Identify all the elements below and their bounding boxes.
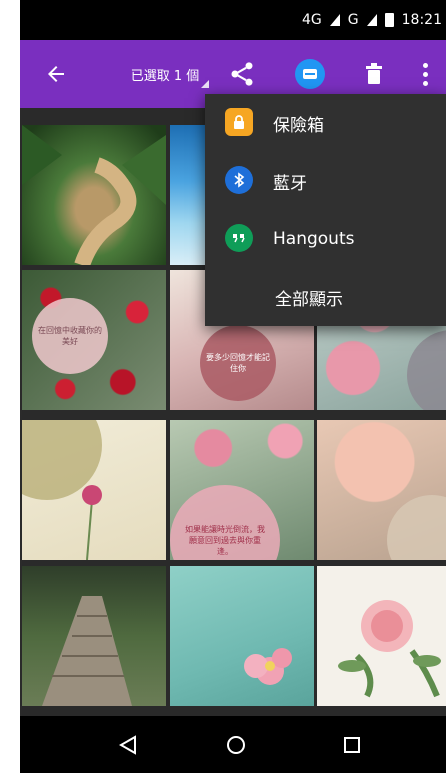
menu-item-label: 藍牙 bbox=[273, 173, 307, 194]
nav-recent-button[interactable] bbox=[322, 716, 382, 773]
overflow-menu: 保險箱 藍牙 Hangouts 全部顯示 bbox=[205, 94, 446, 326]
nav-recent-icon bbox=[344, 736, 360, 753]
more-vert-icon bbox=[422, 62, 428, 86]
peony-graphic bbox=[338, 600, 441, 698]
menu-item-label: 保險箱 bbox=[273, 115, 324, 136]
overlay-text: 如果能讓時光倒流，我願意回到過去與你重逢。 bbox=[185, 524, 265, 556]
menu-item-label: 全部顯示 bbox=[275, 289, 343, 310]
phone-screen: 4G G 18:21 已選取 1 個 在回憶中收藏你的美好 要多少回憶才能記住你… bbox=[20, 0, 446, 773]
nav-back-button[interactable] bbox=[98, 716, 158, 773]
menu-item-bluetooth[interactable]: 藍牙 bbox=[205, 152, 446, 210]
signal-icon bbox=[329, 14, 340, 26]
trash-icon bbox=[366, 63, 382, 84]
photo-tile[interactable] bbox=[22, 566, 166, 706]
lock-icon bbox=[225, 108, 253, 136]
bluetooth-icon bbox=[225, 166, 253, 194]
selection-dropdown-caret[interactable] bbox=[201, 80, 209, 88]
share-icon bbox=[231, 62, 253, 86]
photo-tile[interactable] bbox=[317, 566, 446, 706]
menu-item-vault[interactable]: 保險箱 bbox=[205, 94, 446, 152]
status-bar: 4G G 18:21 bbox=[20, 0, 446, 40]
message-icon bbox=[295, 59, 325, 89]
selection-count: 已選取 1 個 bbox=[130, 68, 200, 84]
overlay-text: 要多少回憶才能記住你 bbox=[206, 353, 270, 373]
photo-tile[interactable] bbox=[170, 566, 314, 706]
photo-tile[interactable] bbox=[22, 420, 166, 560]
photo-tile[interactable] bbox=[22, 125, 166, 265]
boardwalk-graphic bbox=[42, 596, 132, 706]
flower-graphic bbox=[82, 485, 102, 560]
menu-item-hangouts[interactable]: Hangouts bbox=[205, 210, 446, 268]
nav-home-icon bbox=[227, 735, 245, 754]
back-arrow-icon bbox=[48, 66, 64, 82]
menu-item-show-all[interactable]: 全部顯示 bbox=[205, 268, 446, 326]
signal-icon-2 bbox=[366, 14, 377, 26]
back-button[interactable] bbox=[34, 40, 78, 108]
network-indicator-2: G bbox=[347, 12, 359, 28]
clock: 18:21 bbox=[401, 12, 442, 28]
photo-tile[interactable]: 如果能讓時光倒流，我願意回到過去與你重逢。 bbox=[170, 420, 314, 560]
network-indicator: 4G bbox=[302, 12, 322, 28]
navigation-bar bbox=[20, 716, 446, 773]
photo-tile[interactable] bbox=[317, 420, 446, 560]
forest-path-graphic bbox=[22, 125, 166, 265]
overlay-text: 在回憶中收藏你的美好 bbox=[38, 326, 102, 346]
nav-back-icon bbox=[118, 734, 136, 755]
photo-tile[interactable]: 在回憶中收藏你的美好 bbox=[22, 270, 166, 410]
menu-item-label: Hangouts bbox=[273, 229, 355, 249]
hangouts-icon bbox=[225, 224, 253, 252]
nav-home-button[interactable] bbox=[206, 716, 266, 773]
battery-icon bbox=[384, 13, 394, 27]
cosmos-flower-graphic bbox=[244, 648, 292, 685]
